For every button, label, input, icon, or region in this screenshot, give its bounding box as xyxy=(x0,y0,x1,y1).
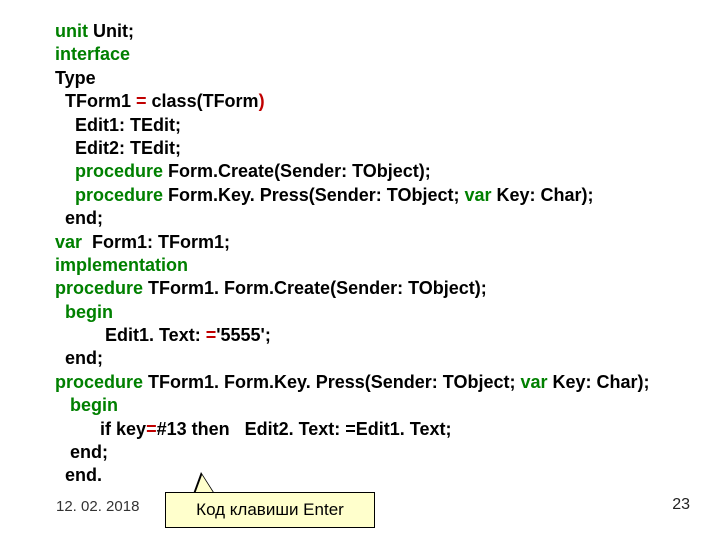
code-block: unit Unit; interface Type TForm1 = class… xyxy=(55,20,690,488)
txt-type: Type xyxy=(55,67,690,90)
op-eq2: = xyxy=(206,325,217,345)
kw-var2: var xyxy=(55,232,82,252)
kw-interface: interface xyxy=(55,43,690,66)
txt-unitname: Unit; xyxy=(88,21,134,41)
callout-pointer-icon xyxy=(193,472,215,494)
kw-procedure2: procedure xyxy=(55,185,163,205)
txt-end2: end; xyxy=(55,347,690,370)
txt-assign1a: Edit1. Text: xyxy=(55,325,206,345)
kw-begin1: begin xyxy=(55,301,690,324)
kw-implementation: implementation xyxy=(55,254,690,277)
kw-unit: unit xyxy=(55,21,88,41)
txt-keypress-impl-a: TForm1. Form.Key. Press(Sender: TObject; xyxy=(143,372,520,392)
kw-procedure3: procedure xyxy=(55,278,143,298)
txt-classdecl-b: class(TForm xyxy=(147,91,259,111)
txt-if-b: #13 then Edit2. Text: =Edit1. Text; xyxy=(157,419,452,439)
kw-procedure1: procedure xyxy=(55,161,163,181)
txt-formcreate-decl: Form.Create(Sender: TObject); xyxy=(163,161,431,181)
kw-var1: var xyxy=(464,185,491,205)
txt-if-key: key xyxy=(116,419,146,439)
txt-edit1: Edit1: TEdit; xyxy=(55,114,690,137)
callout: Код клавиши Enter xyxy=(165,472,375,528)
txt-if-a: if xyxy=(55,419,116,439)
op-eq1: = xyxy=(136,91,147,111)
kw-begin2: begin xyxy=(55,394,690,417)
callout-text: Код клавиши Enter xyxy=(196,499,344,521)
callout-box: Код клавиши Enter xyxy=(165,492,375,528)
op-paren: ) xyxy=(259,91,265,111)
txt-keypress-impl-b: Key: Char); xyxy=(548,372,650,392)
txt-classdecl-a: TForm1 xyxy=(55,91,136,111)
txt-edit2: Edit2: TEdit; xyxy=(55,137,690,160)
txt-keypress-a: Form.Key. Press(Sender: TObject; xyxy=(163,185,464,205)
txt-end1: end; xyxy=(55,207,690,230)
op-eq3: = xyxy=(146,419,157,439)
page-number: 23 xyxy=(672,495,690,516)
txt-keypress-b: Key: Char); xyxy=(491,185,593,205)
txt-assign1b: '5555'; xyxy=(216,325,271,345)
footer-date: 12. 02. 2018 xyxy=(56,497,139,517)
txt-formcreate-impl: TForm1. Form.Create(Sender: TObject); xyxy=(143,278,487,298)
txt-form1var: Form1: TForm1; xyxy=(82,232,230,252)
txt-end3: end; xyxy=(55,441,690,464)
kw-var3: var xyxy=(520,372,547,392)
kw-procedure4: procedure xyxy=(55,372,143,392)
